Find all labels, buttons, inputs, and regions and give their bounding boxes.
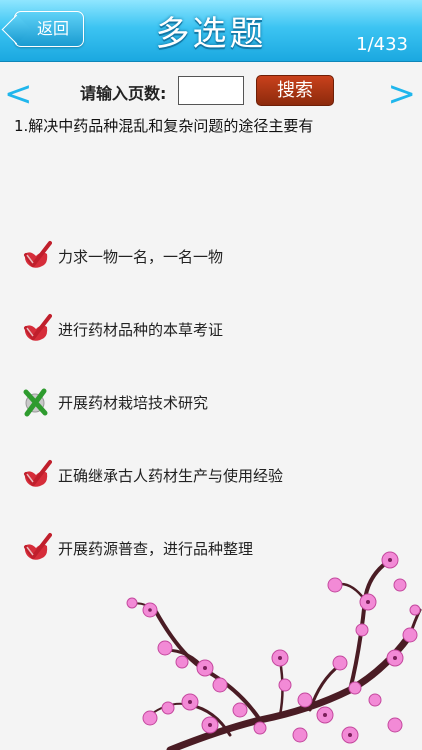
check-mark-icon (24, 460, 52, 487)
cross-mark-icon (23, 388, 48, 417)
check-mark-icon (24, 314, 52, 341)
page-number-input[interactable] (178, 76, 244, 105)
question-text: 1.解决中药品种混乱和复杂问题的途径主要有 (14, 117, 314, 135)
option-text: 进行药材品种的本草考证 (58, 321, 224, 339)
option-item-1[interactable]: 力求一物一名，一名一物 (20, 240, 400, 274)
check-mark-icon (24, 241, 52, 268)
option-text: 力求一物一名，一名一物 (58, 248, 224, 266)
top-bar: 返回 多选题 1/433 (0, 0, 422, 62)
option-item-3[interactable]: 开展药材栽培技术研究 (20, 386, 400, 420)
search-button[interactable]: 搜索 (256, 75, 334, 106)
page-counter: 1/433 (356, 34, 408, 55)
next-page-arrow-icon[interactable]: > (388, 74, 417, 114)
option-text: 正确继承古人药材生产与使用经验 (58, 467, 284, 485)
option-text: 开展药材栽培技术研究 (58, 394, 209, 412)
plum-blossom-icon (126, 551, 422, 750)
option-item-2[interactable]: 进行药材品种的本草考证 (20, 313, 400, 347)
check-mark-icon (24, 533, 52, 560)
option-item-4[interactable]: 正确继承古人药材生产与使用经验 (20, 459, 400, 493)
previous-page-arrow-icon[interactable]: < (4, 74, 33, 114)
page-number-label: 请输入页数: (80, 84, 167, 103)
